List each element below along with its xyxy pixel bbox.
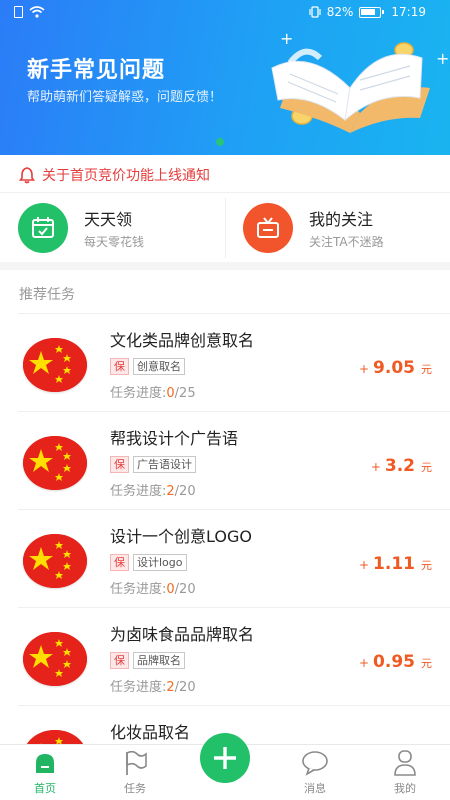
add-task-button[interactable]	[200, 733, 250, 783]
battery-percent: 82%	[326, 5, 354, 19]
clock: 17:19	[391, 5, 426, 19]
progress-current: 2	[166, 484, 175, 499]
tab-label: 首页	[34, 782, 56, 795]
task-list: 文化类品牌创意取名 保 创意取名 任务进度:0/25 + 9.05 元 帮我设计…	[18, 313, 450, 800]
battery-icon	[359, 6, 385, 18]
progress-total: /20	[174, 484, 196, 499]
carousel-indicator[interactable]	[216, 138, 224, 146]
task-title: 设计一个创意LOGO	[110, 527, 252, 546]
reward-unit: 元	[421, 461, 432, 474]
home-icon	[36, 754, 54, 773]
reward-plus: +	[358, 656, 370, 670]
quick-entry-title: 天天领	[84, 210, 133, 229]
task-card[interactable]: 文化类品牌创意取名 保 创意取名 任务进度:0/25 + 9.05 元	[18, 313, 450, 411]
reward-plus: +	[358, 558, 370, 572]
plus-icon	[214, 747, 236, 769]
task-title: 帮我设计个广告语	[110, 429, 239, 448]
quick-entry-subtitle: 关注TA不迷路	[309, 235, 384, 249]
reward-amount: 1.11	[373, 554, 415, 574]
tab-messages[interactable]: 消息	[270, 745, 360, 800]
announcement-text: 关于首页竞价功能上线通知	[42, 167, 210, 184]
task-reward: + 9.05 元	[359, 358, 432, 378]
china-flag-avatar	[23, 632, 87, 686]
faq-banner[interactable]: 82% 17:19 新手常见问题 帮助萌新们答疑解惑，问题反馈！ + +	[0, 0, 450, 155]
progress-total: /25	[174, 386, 196, 401]
section-heading: 推荐任务	[19, 287, 75, 303]
progress-total: /20	[174, 582, 196, 597]
task-title: 为卤味食品品牌取名	[110, 625, 255, 644]
reward-plus: +	[370, 460, 381, 474]
tab-tasks[interactable]: 任务	[90, 745, 180, 800]
guarantee-badge: 保	[110, 554, 129, 571]
wifi-icon	[29, 6, 45, 18]
progress-current: 0	[166, 582, 175, 597]
task-progress: 任务进度:0/20	[110, 578, 196, 597]
china-flag-avatar	[23, 436, 87, 490]
tab-label: 消息	[304, 782, 326, 795]
task-card[interactable]: 设计一个创意LOGO 保 设计logo 任务进度:0/20 + 1.11 元	[18, 509, 450, 607]
category-tag: 广告语设计	[133, 456, 196, 473]
announcement-bar[interactable]: 关于首页竞价功能上线通知	[0, 157, 450, 193]
banner-title: 新手常见问题	[27, 58, 166, 83]
user-icon	[394, 750, 416, 776]
reward-amount: 3.2	[384, 456, 415, 476]
progress-label: 任务进度:	[110, 484, 167, 499]
tab-home[interactable]: 首页	[0, 745, 90, 800]
progress-label: 任务进度:	[110, 680, 167, 695]
guarantee-badge: 保	[110, 358, 129, 375]
reward-unit: 元	[421, 363, 432, 376]
progress-current: 0	[166, 386, 175, 401]
banner-subtitle: 帮助萌新们答疑解惑，问题反馈！	[27, 90, 223, 105]
task-progress: 任务进度:0/25	[110, 382, 196, 401]
quick-entry-title: 我的关注	[309, 210, 374, 229]
task-reward: + 0.95 元	[359, 652, 432, 672]
guarantee-badge: 保	[110, 652, 129, 669]
category-tag: 设计logo	[133, 554, 187, 571]
china-flag-avatar	[23, 534, 87, 588]
svg-text:+: +	[280, 29, 293, 48]
task-progress: 任务进度:2/20	[110, 676, 196, 695]
flag-icon	[126, 750, 147, 775]
progress-label: 任务进度:	[110, 582, 167, 597]
app-screen: 82% 17:19 新手常见问题 帮助萌新们答疑解惑，问题反馈！ + + 关于首…	[0, 0, 450, 800]
task-reward: + 1.11 元	[359, 554, 432, 574]
reward-unit: 元	[421, 559, 432, 572]
reward-amount: 0.95	[373, 652, 415, 672]
category-tag: 创意取名	[133, 358, 185, 375]
calendar-icon	[18, 203, 68, 253]
progress-total: /20	[174, 680, 196, 695]
bottom-tab-bar: 首页 任务 消息 我的	[0, 733, 450, 800]
task-progress: 任务进度:2/20	[110, 480, 196, 499]
tab-publish[interactable]	[180, 733, 270, 800]
task-title: 文化类品牌创意取名	[110, 331, 255, 350]
progress-label: 任务进度:	[110, 386, 167, 401]
status-bar: 82% 17:19	[0, 0, 450, 26]
category-tag: 品牌取名	[133, 652, 185, 669]
tab-label: 我的	[394, 782, 416, 795]
quick-entries: 天天领 每天零花钱 我的关注 关注TA不迷路	[0, 194, 450, 270]
task-reward: + 3.2 元	[371, 456, 432, 476]
svg-text:+: +	[436, 49, 449, 68]
reward-amount: 9.05	[373, 358, 415, 378]
task-title: 化妆品取名	[110, 723, 191, 742]
reward-plus: +	[358, 362, 370, 376]
reward-unit: 元	[421, 657, 432, 670]
tab-profile[interactable]: 我的	[360, 745, 450, 800]
quick-entry-subtitle: 每天零花钱	[84, 235, 145, 249]
daily-reward-entry[interactable]: 天天领 每天零花钱	[0, 194, 225, 262]
open-book-illustration: + +	[271, 29, 449, 133]
vibrate-icon	[309, 6, 321, 18]
task-card[interactable]: 帮我设计个广告语 保 广告语设计 任务进度:2/20 + 3.2 元	[18, 411, 450, 509]
guarantee-badge: 保	[110, 456, 129, 473]
message-icon	[302, 751, 328, 776]
china-flag-avatar	[23, 338, 87, 392]
bell-icon	[18, 166, 36, 183]
task-card[interactable]: 为卤味食品品牌取名 保 品牌取名 任务进度:2/20 + 0.95 元	[18, 607, 450, 705]
tab-label: 任务	[124, 782, 146, 795]
tv-icon	[243, 203, 293, 253]
my-follows-entry[interactable]: 我的关注 关注TA不迷路	[225, 194, 450, 262]
sim-card-icon	[14, 6, 23, 18]
progress-current: 2	[166, 680, 175, 695]
